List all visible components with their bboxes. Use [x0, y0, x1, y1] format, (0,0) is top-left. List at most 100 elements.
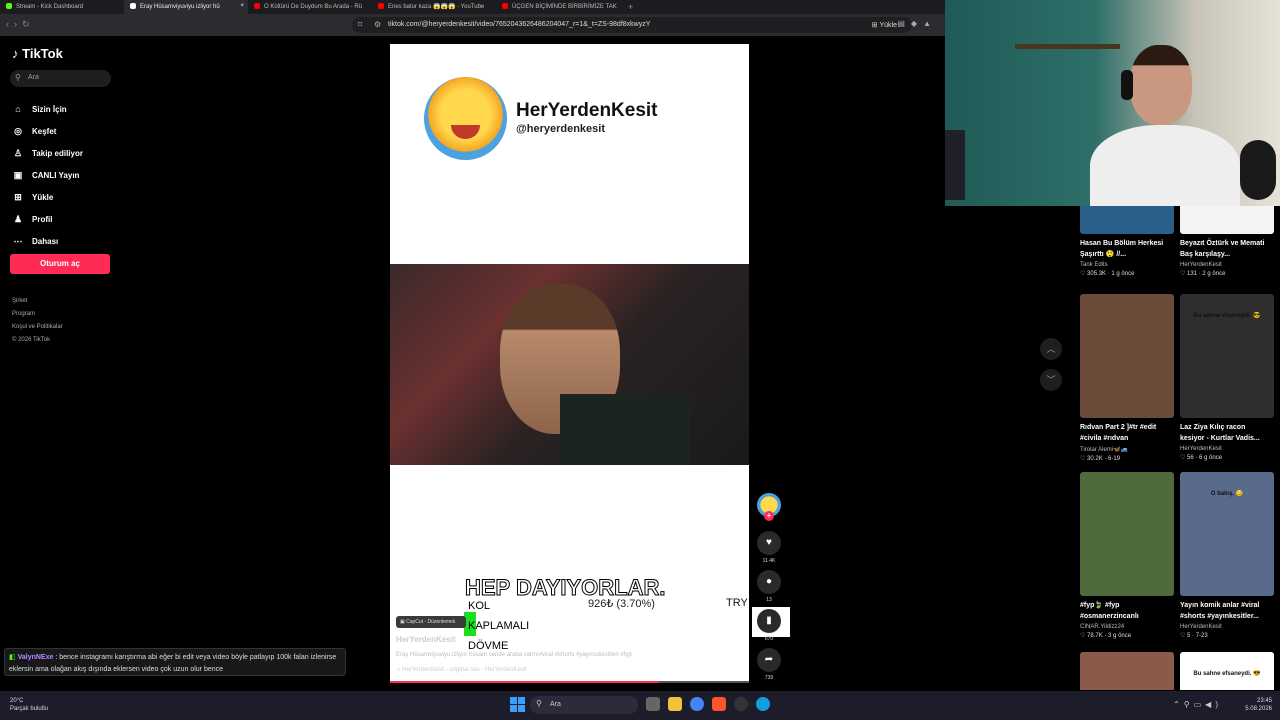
sidebar-item[interactable]: ♙ Takip ediliyor [12, 142, 83, 164]
sidebar-item[interactable]: ⊞ Yükle [12, 186, 83, 208]
video-card[interactable]: Bu sahne efsaneydi. 😎 Laz Ziya Kılıç raco… [1180, 294, 1274, 461]
comment-count: 13 [766, 597, 772, 603]
new-tab-button[interactable]: + [620, 0, 641, 14]
upload-button[interactable]: ⊞ Yükle [872, 21, 897, 29]
card-stats: ♡ 5 · 7-23 [1180, 633, 1208, 639]
wall-shelf [1015, 44, 1120, 49]
sidebar-footer: Şirket Program Koşul ve Politikalar © 2026 … [12, 295, 63, 347]
video-card[interactable]: #fyp🍃 #fyp #osmanerzincanlı CINAR.Yildizz… [1080, 472, 1174, 639]
card-stats: ♡ 56 · 6 g önce [1180, 455, 1223, 461]
edge-icon[interactable] [756, 697, 770, 711]
extension-icons[interactable]: ▤◆▲ [897, 19, 937, 28]
weather-widget[interactable]: 20°C Parçalı bulutlu [10, 697, 48, 713]
obs-icon[interactable] [734, 697, 748, 711]
sidebar-item[interactable]: ⋯ Dahası [12, 230, 83, 252]
video-thumbnail[interactable] [1080, 294, 1174, 418]
browser-tab-bar: Stream - Kick Dashboard Eray Hüsamviyuviy… [0, 0, 945, 14]
overlay-price: 926₺ (3.70%) [588, 598, 655, 610]
card-title[interactable]: Hasan Bu Bölüm Herkesi Şaşırttı 😲 //... [1080, 238, 1174, 260]
video-thumbnail[interactable]: Bu sahne efsaneydi. 😎 [1180, 294, 1274, 418]
video-card[interactable]: Bu sahne efsaneydi. 😎 [1180, 652, 1274, 690]
footer-link[interactable]: Program [12, 308, 63, 321]
sidebar-item[interactable]: ⌂ Sizin İçin [12, 98, 83, 120]
close-tab-icon[interactable]: × [240, 3, 244, 9]
recommended-grid: Hasan Bu Bölüm Herkesi Şaşırttı 😲 //... T… [1072, 206, 1280, 690]
video-card[interactable]: Beyazıt Öztürk ve Memati Baş karşılaşy..… [1180, 206, 1274, 277]
overlay-lines: KOL KAPLAMALI DÖVME [468, 600, 530, 652]
like-button[interactable]: ♥ [757, 531, 781, 555]
brave-icon[interactable] [712, 697, 726, 711]
creator-avatar[interactable]: + [757, 493, 781, 521]
video-author[interactable]: HerYerdenKesit [396, 635, 456, 644]
card-author[interactable]: HerYerdenKesit [1180, 262, 1274, 268]
browser-tab[interactable]: O Kültürü De Duydum Bu Arada - Rü [248, 0, 372, 14]
action-column: + ♥ 11.4K ● 13 ▮ 670 ➦ 739 [757, 493, 781, 687]
site-info-icon[interactable]: ⚙ [374, 20, 381, 29]
card-title[interactable]: Laz Ziya Kılıç racon kesiyor - Kurtlar V… [1180, 422, 1274, 444]
card-author[interactable]: CINAR.Yildizz24 [1080, 624, 1174, 630]
sidebar-item[interactable]: ▣ CANLI Yayın [12, 164, 83, 186]
chrome-icon[interactable] [690, 697, 704, 711]
card-stats: ♡ 305.3K · 1 g önce [1080, 271, 1135, 277]
save-button[interactable]: ▮ [757, 609, 781, 633]
comment-button[interactable]: ● [757, 570, 781, 594]
start-button[interactable] [510, 697, 525, 712]
card-title[interactable]: Beyazıt Öztürk ve Memati Baş karşılaşy..… [1180, 238, 1274, 260]
video-card[interactable]: O bakış. 😏 Yayın komik anlar #viral #shor… [1180, 472, 1274, 639]
video-card[interactable]: Rıdvan Part 2 ]#tr #edit #civila #rıdvan… [1080, 294, 1174, 462]
video-sound[interactable]: ♫ HerYerdenKesit - original ses - HerYer… [396, 667, 527, 673]
video-progress[interactable] [390, 681, 749, 683]
account-avatar [424, 77, 507, 160]
address-bar[interactable]: ⌑ ⚙ tiktok.com/@heryerdenkesit/video/765… [352, 17, 912, 33]
footer-link[interactable]: Koşul ve Politikalar [12, 321, 63, 334]
footer-link[interactable]: © 2026 TikTok [12, 334, 63, 347]
follow-plus-icon[interactable]: + [764, 511, 774, 521]
capcut-badge[interactable]: ▣ CapCut - Düzenlemek [396, 616, 466, 628]
card-title[interactable]: #fyp🍃 #fyp #osmanerzincanlı [1080, 600, 1174, 622]
search-icon: ⚲ [15, 73, 21, 82]
login-button[interactable]: Oturum aç [10, 254, 110, 274]
system-tray[interactable]: ⌃⚲▭◀) [1173, 700, 1222, 709]
tiktok-logo[interactable]: ♪ TikTok [12, 46, 63, 61]
file-explorer-icon[interactable] [668, 697, 682, 711]
bookmark-icon[interactable]: ⌑ [358, 20, 362, 29]
video-thumbnail[interactable] [1080, 472, 1174, 596]
browser-tab[interactable]: Eray Hüsamviyuviyu izliyor hü × [124, 0, 248, 14]
card-author[interactable]: HerYerdenKesit [1180, 446, 1274, 452]
nav-buttons[interactable]: ‹›↻ [6, 19, 35, 30]
card-title[interactable]: Rıdvan Part 2 ]#tr #edit #civila #rıdvan [1080, 422, 1174, 444]
taskbar-search[interactable]: ⚲ Ara [530, 696, 638, 714]
chevron-down-icon[interactable]: ﹀ [1040, 369, 1062, 391]
card-author[interactable]: HerYerdenKesit [1180, 624, 1274, 630]
video-thumbnail[interactable]: O bakış. 😏 [1180, 472, 1274, 596]
footer-link[interactable]: Şirket [12, 295, 63, 308]
clock[interactable]: 23:45 5.08.2026 [1245, 697, 1272, 713]
share-button[interactable]: ➦ [757, 648, 781, 672]
card-stats: ♡ 78.7K · 3 g önce [1080, 633, 1132, 639]
gaming-chair [945, 130, 965, 200]
sidebar-item[interactable]: ♟ Profil [12, 208, 83, 230]
browser-tab[interactable]: Enes batur kaza 😱😱😱 - YouTube [372, 0, 496, 14]
share-count: 739 [764, 675, 774, 681]
task-view-icon[interactable] [646, 697, 660, 711]
thumbnail-overlay-text: O bakış. 😏 [1210, 491, 1244, 497]
browser-tab[interactable]: ÜÇGEN BİÇİMİNDE BİRBİRİMİZE TAK [496, 0, 620, 14]
video-thumbnail[interactable] [1080, 206, 1174, 234]
more-icon: ⋯ [13, 235, 23, 246]
url-text: tiktok.com/@heryerdenkesit/video/7652043… [388, 21, 651, 28]
video-card[interactable] [1080, 652, 1174, 690]
card-author[interactable]: Tirolar Alemi🦋🚙 [1080, 446, 1174, 453]
card-title[interactable]: Yayın komik anlar #viral #shorts #yayınk… [1180, 600, 1274, 622]
video-card[interactable]: Hasan Bu Bölüm Herkesi Şaşırttı 😲 //... T… [1080, 206, 1174, 277]
overlay-currency: TRY [726, 597, 748, 609]
card-author[interactable]: Tank Edits [1080, 262, 1174, 268]
video-thumbnail[interactable]: Bu sahne efsaneydi. 😎 [1180, 652, 1274, 690]
chevron-up-icon[interactable]: ︿ [1040, 338, 1062, 360]
video-thumbnail[interactable] [1180, 206, 1274, 234]
search-input[interactable]: ⚲ Ara [10, 70, 111, 87]
compass-icon: ◎ [14, 125, 22, 136]
video-thumbnail[interactable] [1080, 652, 1174, 690]
taskbar-apps [646, 697, 770, 711]
browser-tab[interactable]: Stream - Kick Dashboard [0, 0, 124, 14]
sidebar-item[interactable]: ◎ Keşfet [12, 120, 83, 142]
